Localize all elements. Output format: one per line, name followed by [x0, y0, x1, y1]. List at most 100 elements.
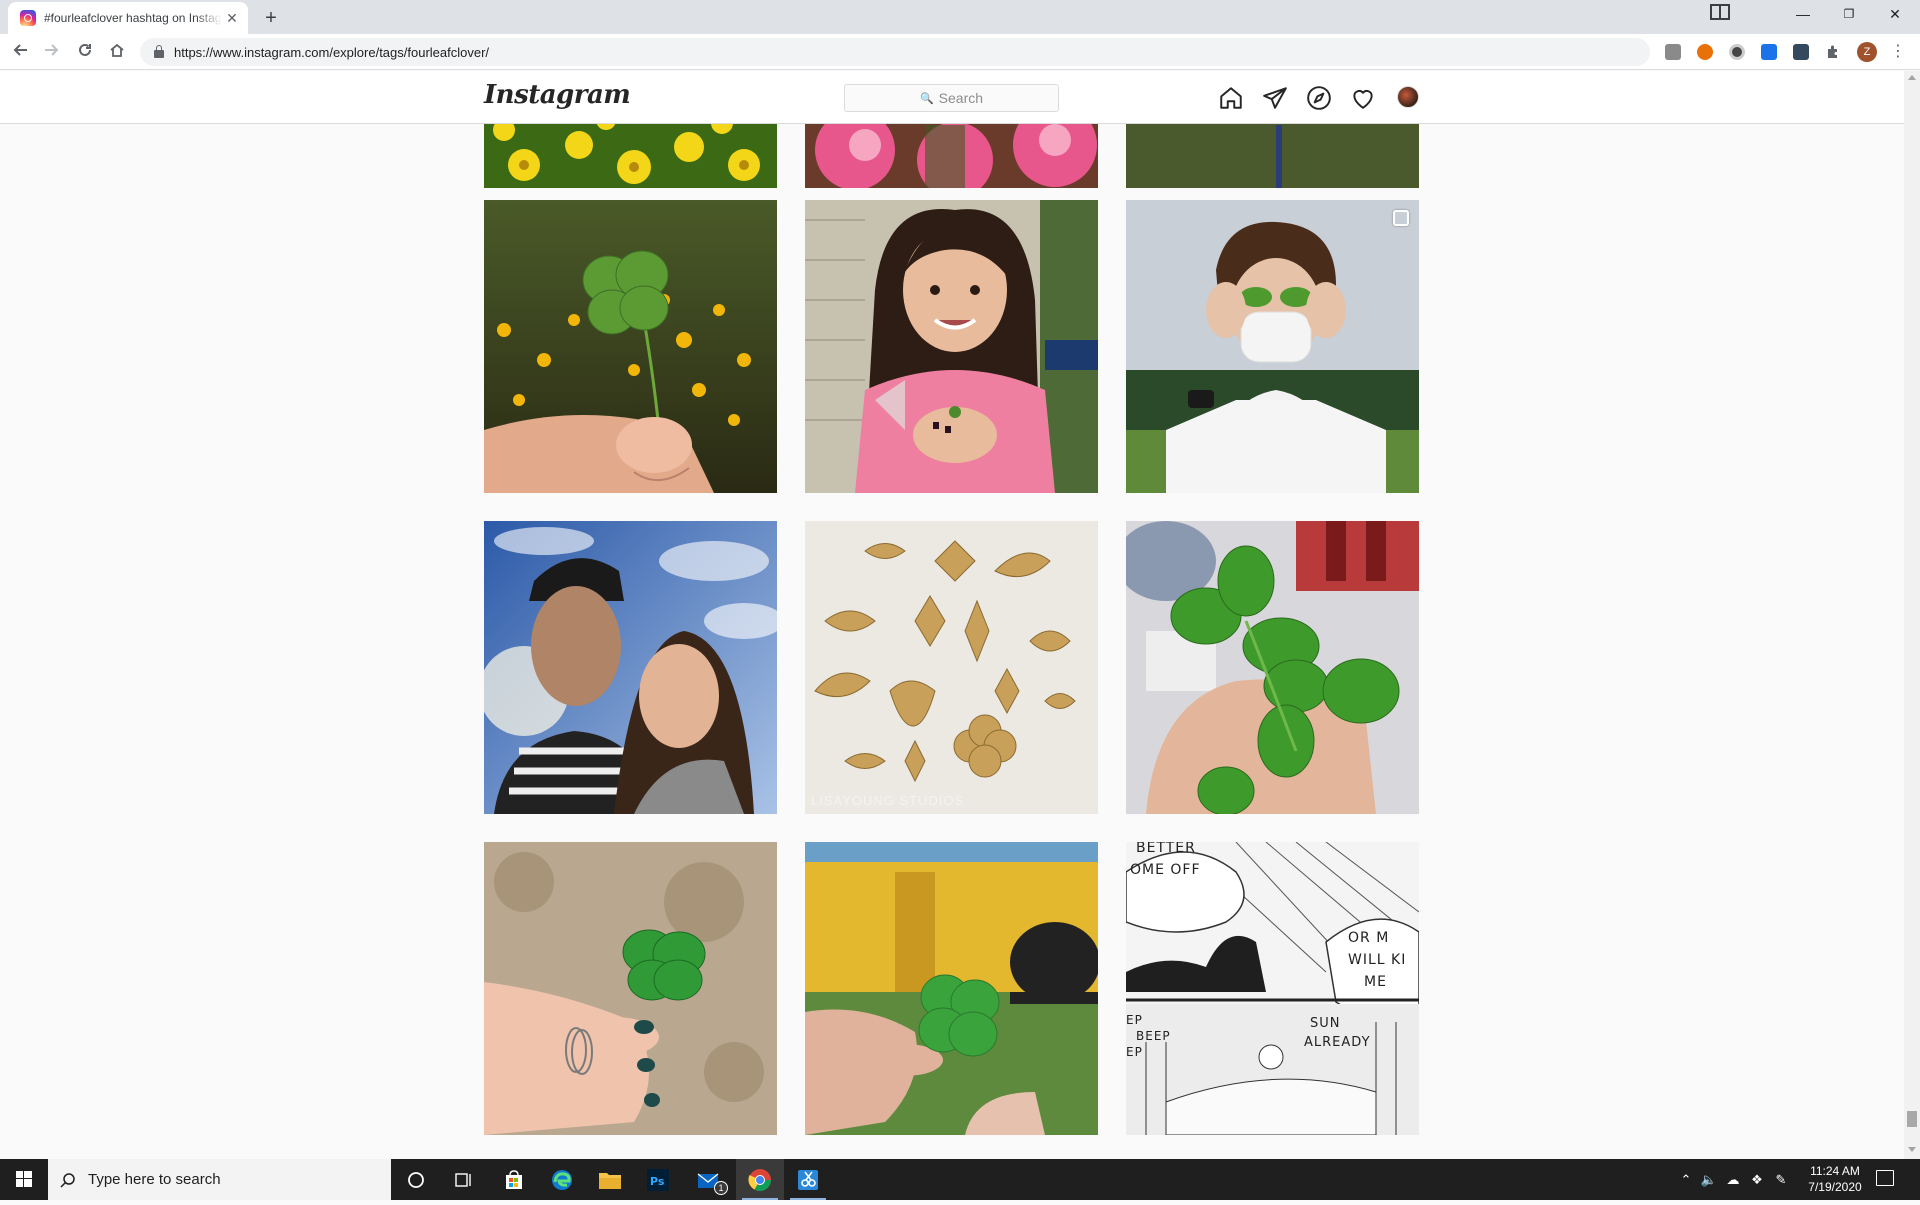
close-window-button[interactable]: ✕	[1872, 0, 1918, 30]
reload-button[interactable]	[72, 39, 98, 65]
volume-icon[interactable]: 🔈	[1697, 1172, 1721, 1188]
taskbar-chrome[interactable]	[736, 1159, 784, 1200]
comic-text: BEEP	[1136, 1029, 1171, 1043]
lock-icon	[154, 45, 164, 58]
profile-avatar[interactable]	[1397, 86, 1419, 108]
multiple-photos-icon	[1393, 210, 1409, 226]
taskbar-edge[interactable]	[538, 1159, 586, 1200]
post-image	[1126, 521, 1419, 814]
post-thumbnail[interactable]: LISAYOUNG STUDIOS	[805, 521, 1098, 814]
new-tab-button[interactable]: +	[258, 5, 284, 31]
task-view-button[interactable]	[440, 1159, 488, 1200]
post-thumbnail[interactable]	[1126, 521, 1419, 814]
profile-avatar[interactable]: Z	[1857, 42, 1877, 62]
search-icon: 🔍	[919, 92, 934, 105]
browser-menu-icon[interactable]: ⋮	[1890, 40, 1906, 64]
photo-watermark: LISAYOUNG STUDIOS	[811, 793, 965, 808]
post-image	[484, 200, 777, 493]
post-image	[805, 200, 1098, 493]
tab-close-icon[interactable]: ✕	[224, 10, 240, 27]
clock-time: 11:24 AM	[1810, 1164, 1860, 1178]
honey-extension-icon[interactable]	[1697, 44, 1713, 60]
cortana-circle-icon	[408, 1171, 424, 1188]
scrollbar-thumb[interactable]	[1907, 1111, 1917, 1127]
microsoft-store-icon	[506, 1169, 522, 1189]
comic-text: ALREADY	[1304, 1035, 1371, 1050]
home-icon[interactable]	[1218, 85, 1244, 111]
post-thumbnail[interactable]	[484, 200, 777, 493]
photoshop-icon: Ps	[647, 1168, 669, 1191]
comic-text: WILL KI	[1348, 952, 1406, 968]
back-button[interactable]	[8, 39, 34, 65]
post-image	[805, 521, 1098, 814]
direct-message-icon[interactable]	[1262, 85, 1288, 111]
instagram-header: Instagram 🔍 Search	[0, 71, 1904, 124]
post-thumbnail[interactable]	[1126, 200, 1419, 493]
post-image	[805, 842, 1098, 1135]
comic-text: EP	[1126, 1013, 1143, 1027]
comic-text: BETTER	[1136, 842, 1196, 856]
clock-date: 7/19/2020	[1808, 1180, 1862, 1194]
edge-browser-icon	[552, 1169, 572, 1190]
post-thumbnail[interactable]	[805, 842, 1098, 1135]
page-scrollbar[interactable]	[1904, 71, 1920, 1159]
pen-ink-icon[interactable]: ✎	[1769, 1172, 1793, 1188]
address-url: https://www.instagram.com/explore/tags/f…	[174, 44, 490, 60]
svg-text:Ps: Ps	[650, 1175, 665, 1188]
post-thumbnail[interactable]	[805, 200, 1098, 493]
search-input[interactable]: 🔍 Search	[844, 84, 1059, 112]
scroll-up-arrow-icon[interactable]	[1908, 75, 1916, 80]
explore-icon[interactable]	[1306, 85, 1332, 111]
taskbar-search-placeholder: Type here to search	[88, 1171, 221, 1188]
scroll-down-arrow-icon[interactable]	[1908, 1147, 1916, 1152]
tab-title: #fourleafclover hashtag on Instagram	[44, 11, 222, 25]
action-center-notification-icon[interactable]	[1876, 1170, 1894, 1186]
translate-extension-icon[interactable]	[1761, 44, 1777, 60]
grammarly-extension-icon[interactable]	[1665, 44, 1681, 60]
snipping-tool-icon	[798, 1169, 818, 1190]
activity-heart-icon[interactable]	[1350, 85, 1376, 111]
instagram-logo[interactable]: Instagram	[484, 80, 631, 110]
post-image	[1126, 200, 1419, 493]
extensions-puzzle-icon[interactable]	[1825, 44, 1841, 60]
browser-tab-strip: #fourleafclover hashtag on Instagram ✕ +…	[0, 0, 1920, 34]
taskbar-snipping-tool[interactable]	[784, 1159, 832, 1200]
show-hidden-icons-chevron-icon[interactable]: ⌃	[1675, 1172, 1697, 1188]
mail-badge: 1	[714, 1181, 728, 1195]
instagram-favicon-icon	[20, 10, 36, 26]
post-thumbnail[interactable]: BETTER OME OFF OR M WILL KI ME EP BEEP E…	[1126, 842, 1419, 1135]
bookmark-extension-icon[interactable]	[1793, 44, 1809, 60]
back-arrow-icon	[13, 44, 27, 56]
post-image: BETTER OME OFF OR M WILL KI ME EP BEEP E…	[1126, 842, 1419, 1135]
start-button[interactable]	[0, 1159, 48, 1200]
taskbar-clock[interactable]: 11:24 AM 7/19/2020	[1800, 1163, 1870, 1195]
comic-text: OR M	[1348, 930, 1389, 946]
forward-button[interactable]	[38, 39, 64, 65]
post-thumbnail[interactable]	[484, 842, 777, 1135]
browser-tab-active[interactable]: #fourleafclover hashtag on Instagram ✕	[8, 2, 248, 34]
onedrive-cloud-icon[interactable]: ☁	[1721, 1172, 1745, 1188]
page-viewport: Instagram 🔍 Search LISAYOUNG STUDIOS BET…	[0, 71, 1920, 1159]
windows-taskbar: Type here to search Ps 1 ⌃ 🔈 ☁ ❖ ✎ 11:24…	[0, 1159, 1920, 1200]
tab-search-icon[interactable]	[1710, 4, 1730, 20]
dropbox-icon[interactable]: ❖	[1745, 1172, 1769, 1188]
taskbar-photoshop[interactable]: Ps	[634, 1159, 682, 1200]
home-icon	[110, 43, 124, 57]
post-image	[484, 521, 777, 814]
home-button[interactable]	[104, 39, 130, 65]
taskbar-mail[interactable]: 1	[686, 1159, 734, 1200]
taskbar-store[interactable]	[490, 1159, 538, 1200]
record-extension-icon[interactable]	[1729, 44, 1745, 60]
cortana-button[interactable]	[392, 1159, 440, 1200]
comic-text: SUN	[1310, 1016, 1341, 1031]
taskbar-file-explorer[interactable]	[586, 1159, 634, 1200]
windows-logo-icon	[16, 1171, 32, 1187]
restore-button[interactable]: ❐	[1826, 0, 1872, 30]
taskbar-search-box[interactable]: Type here to search	[48, 1159, 391, 1200]
forward-arrow-icon	[45, 44, 59, 56]
comic-text: ME	[1364, 974, 1387, 990]
post-image	[484, 842, 777, 1135]
post-thumbnail[interactable]	[484, 521, 777, 814]
minimize-button[interactable]: —	[1780, 0, 1826, 30]
address-bar[interactable]: https://www.instagram.com/explore/tags/f…	[140, 38, 1650, 66]
